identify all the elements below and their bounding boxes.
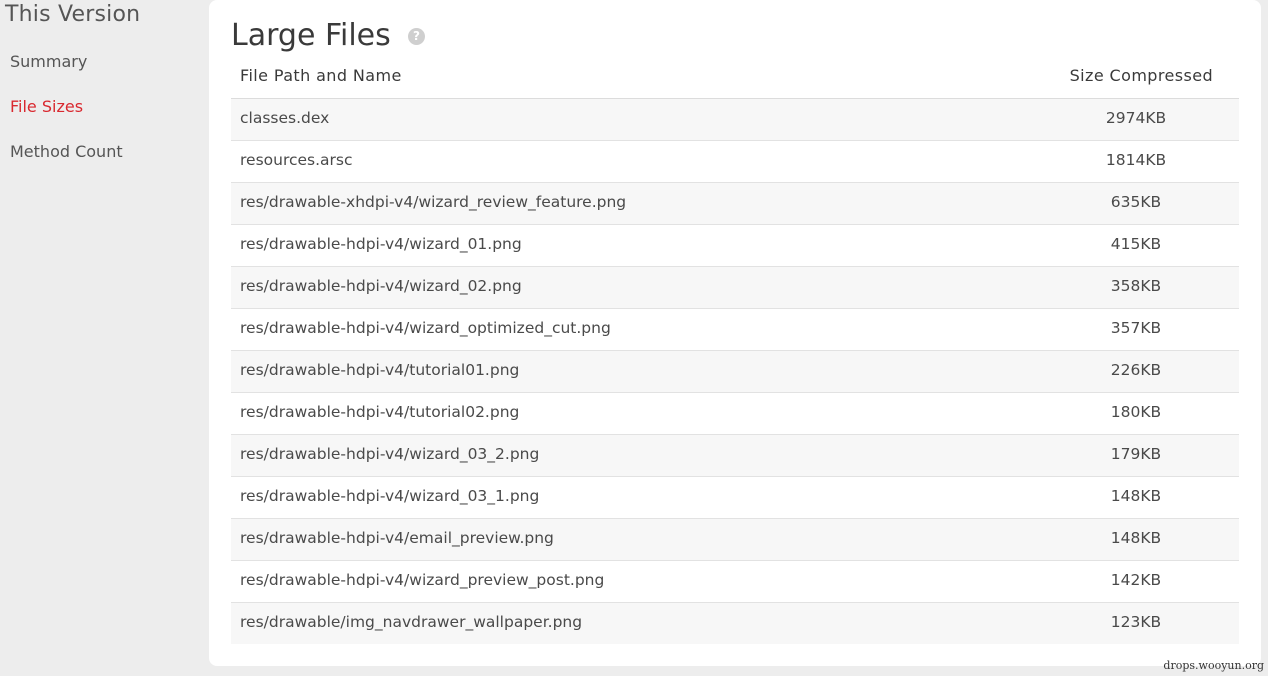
table-row: res/drawable-hdpi-v4/email_preview.png 14… [231, 519, 1239, 561]
file-path: resources.arsc [240, 151, 353, 169]
file-path: res/drawable-hdpi-v4/wizard_03_2.png [240, 445, 540, 463]
file-size: 635KB [1110, 193, 1162, 211]
file-size: 148KB [1110, 529, 1162, 547]
sidebar-title: This Version [5, 2, 141, 27]
file-path: res/drawable-hdpi-v4/wizard_03_1.png [240, 487, 540, 505]
large-files-panel: Large Files ? File Path and Name Size Co… [209, 0, 1261, 666]
table-row: resources.arsc 1814KB [231, 141, 1239, 183]
file-size: 415KB [1110, 235, 1162, 253]
watermark: drops.wooyun.org [1163, 659, 1264, 672]
table-row: res/drawable-hdpi-v4/wizard_02.png 358KB [231, 267, 1239, 309]
table-body: classes.dex 2974KB resources.arsc 1814KB res… [231, 99, 1239, 644]
table-row: res/drawable-hdpi-v4/wizard_preview_post… [231, 561, 1239, 603]
file-size: 226KB [1110, 361, 1162, 379]
column-header-size: Size Compressed [1069, 66, 1213, 85]
table-row: res/drawable-xhdpi-v4/wizard_review_feat… [231, 183, 1239, 225]
file-path: res/drawable-hdpi-v4/tutorial02.png [240, 403, 520, 421]
table-row: res/drawable-hdpi-v4/tutorial01.png 226KB [231, 351, 1239, 393]
sidebar: This Version Summary File Sizes Method C… [0, 0, 200, 676]
file-size: 2974KB [1105, 109, 1167, 127]
sidebar-item-summary[interactable]: Summary [10, 52, 87, 71]
file-path: res/drawable/img_navdrawer_wallpaper.png [240, 613, 583, 631]
table-row: res/drawable/img_navdrawer_wallpaper.png… [231, 603, 1239, 644]
large-files-table: File Path and Name Size Compressed class… [231, 56, 1239, 644]
file-size: 148KB [1110, 487, 1162, 505]
file-size: 180KB [1110, 403, 1162, 421]
column-header-path: File Path and Name [240, 66, 402, 85]
question-circle-icon[interactable]: ? [408, 28, 425, 45]
file-path: res/drawable-hdpi-v4/tutorial01.png [240, 361, 520, 379]
page-title: Large Files [231, 18, 391, 53]
table-row: classes.dex 2974KB [231, 99, 1239, 141]
file-size: 179KB [1110, 445, 1162, 463]
file-path: classes.dex [240, 109, 330, 127]
file-size: 358KB [1110, 277, 1162, 295]
table-header: File Path and Name Size Compressed [231, 56, 1239, 99]
sidebar-item-file-sizes[interactable]: File Sizes [10, 97, 83, 116]
table-row: res/drawable-hdpi-v4/wizard_01.png 415KB [231, 225, 1239, 267]
file-size: 123KB [1110, 613, 1162, 631]
file-path: res/drawable-hdpi-v4/wizard_01.png [240, 235, 522, 253]
file-path: res/drawable-hdpi-v4/wizard_optimized_cu… [240, 319, 611, 337]
file-size: 1814KB [1105, 151, 1167, 169]
file-path: res/drawable-hdpi-v4/wizard_preview_post… [240, 571, 605, 589]
table-row: res/drawable-hdpi-v4/wizard_03_1.png 148K… [231, 477, 1239, 519]
file-path: res/drawable-hdpi-v4/email_preview.png [240, 529, 554, 547]
sidebar-item-method-count[interactable]: Method Count [10, 142, 123, 161]
file-size: 142KB [1110, 571, 1162, 589]
table-row: res/drawable-hdpi-v4/wizard_optimized_cu… [231, 309, 1239, 351]
file-path: res/drawable-hdpi-v4/wizard_02.png [240, 277, 522, 295]
table-row: res/drawable-hdpi-v4/tutorial02.png 180KB [231, 393, 1239, 435]
file-size: 357KB [1110, 319, 1162, 337]
table-row: res/drawable-hdpi-v4/wizard_03_2.png 179K… [231, 435, 1239, 477]
file-path: res/drawable-xhdpi-v4/wizard_review_feat… [240, 193, 627, 211]
